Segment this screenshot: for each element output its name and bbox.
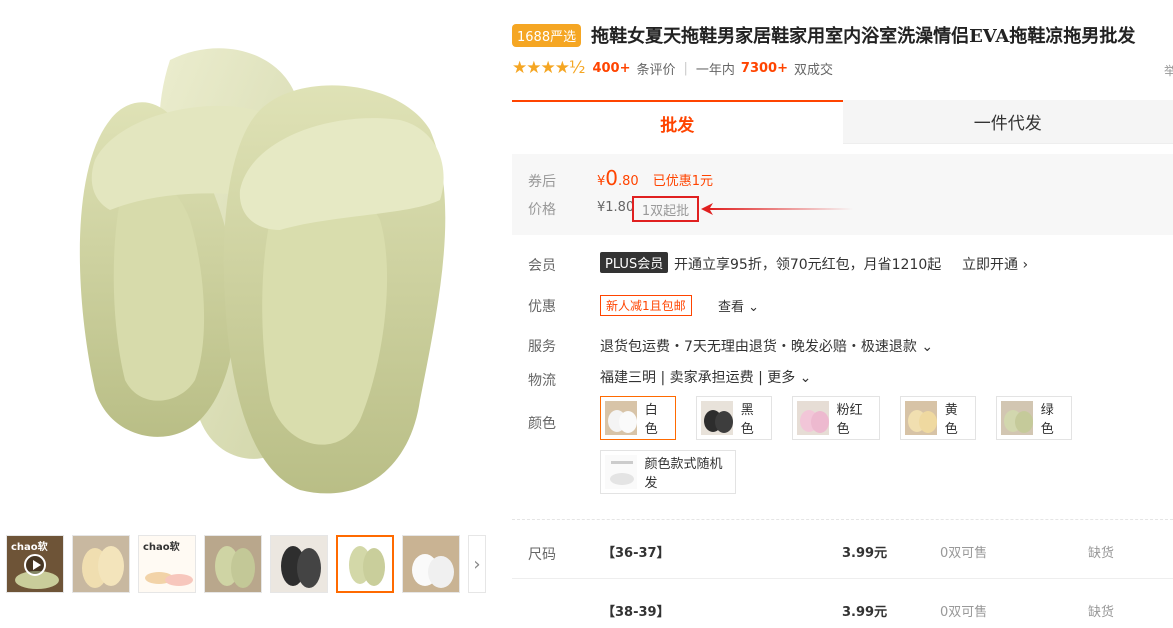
service-label: 服务 [528, 339, 556, 355]
tab-wholesale[interactable]: 批发 [512, 100, 843, 144]
color-option-white[interactable]: 白色 [600, 396, 676, 440]
view-promotions-button[interactable]: 查看 ⌄ [718, 296, 759, 315]
min-order-annotation: 1双起批 [632, 196, 699, 222]
review-count[interactable]: 400+ [592, 61, 630, 76]
color-option-label: 白色 [644, 403, 658, 437]
swatch-random [605, 455, 637, 489]
rating-row: ★★★★½ 400+ 条评价 | 一年内 7300+ 双成交 [512, 58, 833, 78]
size-name: 【36-37】 [602, 546, 670, 561]
price-decimal: .80 [618, 174, 639, 189]
swatch-yellow [905, 401, 937, 435]
color-option-label: 粉红色 [836, 403, 863, 437]
title-row: 1688严选 拖鞋女夏天拖鞋男家居鞋家用室内浴室洗澡情侣EVA拖鞋凉拖男批发 [512, 22, 1135, 48]
promotion-label: 优惠 [528, 299, 556, 315]
report-link-fragment[interactable]: 举 [1164, 62, 1173, 79]
original-price: ¥1.80 [597, 200, 635, 215]
thumbnail-strip: chao软 chao软 › [6, 534, 486, 594]
review-label: 条评价 [636, 62, 676, 78]
color-option-label: 绿色 [1040, 403, 1054, 437]
rating-stars-icon: ★★★★½ [512, 58, 585, 78]
color-option-label: 黄色 [944, 403, 958, 437]
annotation-arrow-icon [701, 203, 853, 215]
thumbnail-video[interactable]: chao软 [6, 535, 64, 593]
thumbnail-image[interactable] [402, 535, 460, 593]
size-name: 【38-39】 [602, 605, 670, 620]
logistics-label: 物流 [528, 373, 556, 389]
new-user-promo-tag[interactable]: 新人减1且包邮 [600, 295, 692, 316]
size-row: 【36-37】 3.99元 0双可售 缺货 [512, 542, 1173, 582]
thumbnail-image-selected[interactable] [336, 535, 394, 593]
swatch-white [605, 401, 637, 435]
chevron-right-icon[interactable]: › [468, 535, 486, 593]
after-coupon-label: 券后 [528, 174, 556, 190]
product-info-panel: 1688严选 拖鞋女夏天拖鞋男家居鞋家用室内浴室洗澡情侣EVA拖鞋凉拖男批发 举… [512, 0, 1173, 628]
thumbnail-image[interactable] [270, 535, 328, 593]
size-stock: 0双可售 [940, 605, 988, 620]
thumbnail-image[interactable]: chao软 [138, 535, 196, 593]
size-status: 缺货 [1088, 605, 1115, 620]
product-title: 拖鞋女夏天拖鞋男家居鞋家用室内浴室洗澡情侣EVA拖鞋凉拖男批发 [591, 26, 1136, 47]
swatch-black [701, 401, 733, 435]
discount-note: 已优惠1元 [652, 174, 713, 189]
color-option-random[interactable]: 颜色款式随机发 [600, 450, 736, 494]
size-price: 3.99元 [842, 605, 888, 620]
size-price: 3.99元 [842, 546, 888, 561]
after-coupon-price: ¥ 0 .80 已优惠1元 [597, 166, 713, 190]
thumbnail-brand-text: chao软 [11, 542, 48, 553]
service-text[interactable]: 退货包运费・7天无理由退货・晚发必赔・极速退款 ⌄ [600, 336, 933, 356]
plus-member-badge: PLUS会员 [600, 252, 669, 273]
section-divider [512, 519, 1173, 520]
price-integer: 0 [605, 166, 619, 190]
sold-label: 双成交 [793, 62, 833, 78]
price-label: 价格 [528, 202, 556, 218]
color-label: 颜色 [528, 416, 556, 432]
color-option-yellow[interactable]: 黄色 [900, 396, 976, 440]
thumbnail-image[interactable] [204, 535, 262, 593]
divider: | [683, 60, 688, 76]
price-box: 券后 ¥ 0 .80 已优惠1元 价格 ¥1.80 1双起批 [512, 154, 1173, 235]
yanxuan-badge: 1688严选 [512, 23, 582, 47]
color-option-label: 黑色 [740, 403, 754, 437]
purchase-mode-tabs: 批发 一件代发 [512, 100, 1173, 144]
thumbnail-image[interactable] [72, 535, 130, 593]
size-status: 缺货 [1088, 546, 1115, 561]
period-label: 一年内 [695, 62, 735, 78]
sold-count: 7300+ [740, 60, 788, 76]
color-option-green[interactable]: 绿色 [996, 396, 1072, 440]
tab-dropship[interactable]: 一件代发 [842, 100, 1173, 144]
color-option-black[interactable]: 黑色 [696, 396, 772, 440]
plus-member-text: 开通立享95折，领70元红包，月省1210起 [674, 257, 942, 273]
member-label: 会员 [528, 258, 556, 274]
currency-symbol: ¥ [597, 174, 606, 189]
swatch-green [1001, 401, 1033, 435]
row-divider [512, 578, 1173, 579]
logistics-text[interactable]: 福建三明 | 卖家承担运费 | 更多 ⌄ [600, 367, 811, 387]
main-product-image[interactable] [0, 0, 500, 520]
play-icon[interactable] [24, 554, 46, 576]
color-option-pink[interactable]: 粉红色 [792, 396, 880, 440]
size-stock: 0双可售 [940, 546, 988, 561]
thumbnail-brand-text: chao软 [143, 542, 180, 553]
color-option-label: 颜色款式随机发 [644, 457, 723, 491]
swatch-pink [797, 401, 829, 435]
size-row: 【38-39】 3.99元 0双可售 缺货 [512, 601, 1173, 628]
open-membership-link[interactable]: 立即开通 › [962, 254, 1028, 274]
